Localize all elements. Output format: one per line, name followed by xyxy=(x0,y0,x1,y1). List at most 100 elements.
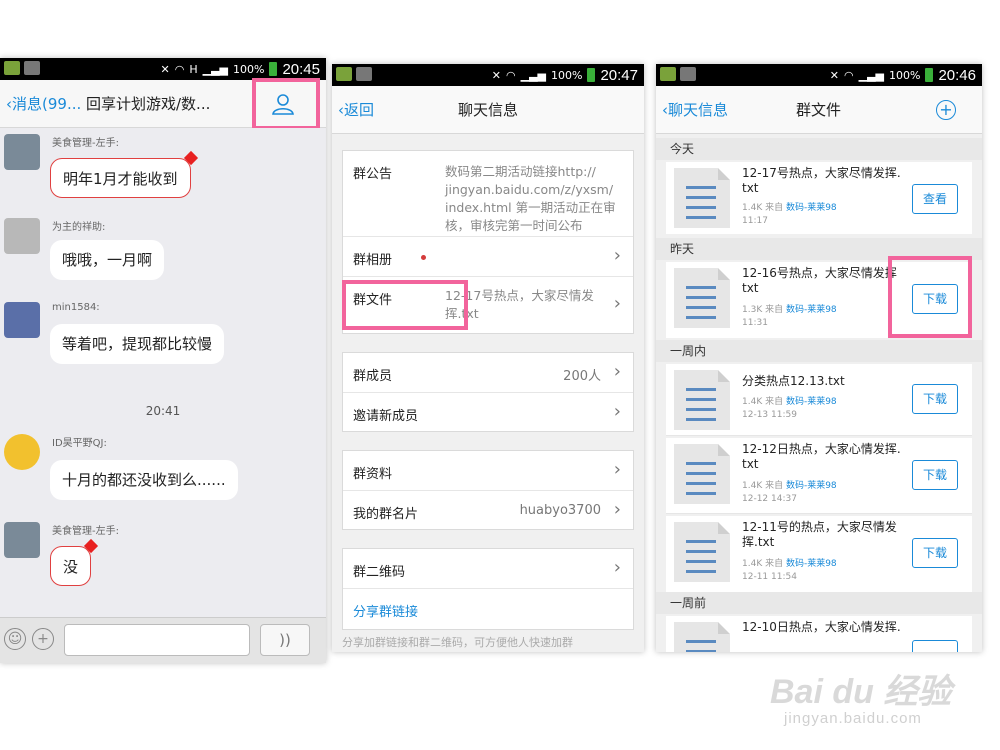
message-bubble[interactable]: 等着吧，提现都比较慢 xyxy=(50,324,225,364)
message-bubble[interactable]: 十月的都还没收到么...... xyxy=(50,460,238,500)
group-profile-row[interactable]: 群资料 › xyxy=(343,451,633,491)
download-button[interactable]: 下载 xyxy=(912,384,958,414)
battery-percent: 100% xyxy=(551,68,583,82)
message-sender: min1584: xyxy=(52,302,100,313)
info-navbar: ‹返回 聊天信息 xyxy=(332,86,644,134)
members-card: 群成员 200人 › 邀请新成员 › xyxy=(342,352,634,432)
file-item[interactable]: 12-10日热点，大家心情发挥. xyxy=(666,616,972,652)
message-bubble[interactable]: 明年1月才能收到 xyxy=(50,150,198,198)
message-bubble[interactable]: 没 xyxy=(50,538,99,586)
watermark-url: jingyan.baidu.com xyxy=(784,710,922,727)
image-notification-icon xyxy=(356,67,372,81)
qq-penguin-avatar[interactable] xyxy=(4,434,40,470)
page-title: 群文件 xyxy=(796,101,842,119)
status-time: 20:47 xyxy=(600,66,638,84)
file-meta: 1.4K 来自 数码-莱莱98 xyxy=(742,397,837,407)
back-button[interactable]: ‹返回 xyxy=(338,86,374,134)
file-item[interactable]: 分类热点12.13.txt 1.4K 来自 数码-莱莱98 12-13 11:5… xyxy=(666,364,972,436)
voice-button[interactable]: )) xyxy=(260,624,310,656)
wifi-icon: ◠ xyxy=(174,62,185,76)
file-meta: 1.3K 来自 数码-莱莱98 xyxy=(742,305,837,315)
group-notice-row[interactable]: 群公告 数码第二期活动链接http:// jingyan.baidu.com/z… xyxy=(343,151,633,237)
file-date: 12-11 11:54 xyxy=(742,572,797,582)
chevron-right-icon: › xyxy=(613,401,621,422)
invite-members-row[interactable]: 邀请新成员 › xyxy=(343,393,633,433)
battery-icon xyxy=(269,62,278,76)
file-item[interactable]: 12-17号热点，大家尽情发挥. txt 1.4K 来自 数码-莱莱98 11:… xyxy=(666,162,972,234)
avatar[interactable] xyxy=(4,134,40,170)
highlight-members-button xyxy=(252,78,320,130)
battery-icon xyxy=(925,68,934,82)
download-button[interactable] xyxy=(912,640,958,652)
status-bar: ✕ ◠ ▁▃▅ 100% 20:47 xyxy=(332,64,644,86)
download-button[interactable]: 下载 xyxy=(912,460,958,490)
txt-file-icon xyxy=(674,622,730,652)
plus-icon: + xyxy=(939,100,953,119)
battery-percent: 100% xyxy=(233,62,265,76)
battery-icon xyxy=(587,68,596,82)
view-button[interactable]: 查看 xyxy=(912,184,958,214)
txt-file-icon xyxy=(674,268,730,328)
status-bar: ✕ ◠ H ▁▃▅ 100% 20:45 xyxy=(0,58,326,80)
group-notice-text: 数码第二期活动链接http:// jingyan.baidu.com/z/yxs… xyxy=(445,164,616,233)
txt-file-icon xyxy=(674,168,730,228)
emoji-button[interactable]: ☺ xyxy=(4,628,26,650)
plus-button[interactable]: + xyxy=(32,628,54,650)
file-item[interactable]: 12-11号的热点，大家尽情发 挥.txt 1.4K 来自 数码-莱莱98 12… xyxy=(666,516,972,592)
file-date: 11:17 xyxy=(742,216,768,226)
file-item[interactable]: 12-12日热点，大家心情发挥. txt 1.4K 来自 数码-莱莱98 12-… xyxy=(666,438,972,514)
group-qrcode-row[interactable]: 群二维码 › xyxy=(343,549,633,589)
message-sender: 为主的祥助: xyxy=(52,222,106,233)
new-dot-badge xyxy=(421,255,426,260)
mute-icon: ✕ xyxy=(829,68,839,82)
my-group-card-row[interactable]: 我的群名片 huabyo3700 › xyxy=(343,491,633,531)
network-type: H xyxy=(189,62,198,76)
message-input[interactable] xyxy=(64,624,250,656)
back-to-chat-info-button[interactable]: ‹聊天信息 xyxy=(662,86,728,134)
share-group-link-row[interactable]: 分享群链接 xyxy=(343,589,633,631)
section-today: 今天 xyxy=(656,138,982,160)
txt-file-icon xyxy=(674,522,730,582)
qq-notification-icon xyxy=(336,67,352,81)
back-to-messages-button[interactable]: ‹消息(99... xyxy=(6,80,81,128)
file-name: 分类热点12.13.txt xyxy=(742,374,845,388)
time-divider: 20:41 xyxy=(145,404,181,418)
file-name: 12-17号热点，大家尽情发挥. txt xyxy=(742,166,901,195)
status-bar: ✕ ◠ ▁▃▅ 100% 20:46 xyxy=(656,64,982,86)
share-description: 分享加群链接和群二维码，可方便他人快速加群 xyxy=(342,636,573,649)
group-members-row[interactable]: 群成员 200人 › xyxy=(343,353,633,393)
message-bubble[interactable]: 哦哦，一月啊 xyxy=(50,240,165,280)
avatar[interactable] xyxy=(4,218,40,254)
qq-notification-icon xyxy=(4,61,20,75)
avatar[interactable] xyxy=(4,522,40,558)
file-name: 12-12日热点，大家心情发挥. txt xyxy=(742,442,901,471)
wifi-icon: ◠ xyxy=(506,68,516,82)
txt-file-icon xyxy=(674,370,730,430)
share-card: 群二维码 › 分享群链接 xyxy=(342,548,634,630)
file-date: 12-13 11:59 xyxy=(742,410,797,420)
baidu-jingyan-watermark: Bai du 经验 xyxy=(770,673,952,711)
message-sender: 美食管理-左手: xyxy=(52,526,119,537)
signal-icon: ▁▃▅ xyxy=(858,68,884,82)
mute-icon: ✕ xyxy=(491,68,501,82)
file-name: 12-16号热点，大家尽情发挥 txt xyxy=(742,266,897,295)
chevron-right-icon: › xyxy=(613,245,621,266)
chevron-right-icon: › xyxy=(613,293,621,314)
file-name: 12-11号的热点，大家尽情发 挥.txt xyxy=(742,520,897,549)
chat-screen: ✕ ◠ H ▁▃▅ 100% 20:45 ‹消息(99... 回享计划游戏/数.… xyxy=(0,58,326,663)
chevron-right-icon: › xyxy=(613,499,621,520)
chat-messages: 美食管理-左手: 明年1月才能收到 为主的祥助: 哦哦，一月啊 min1584:… xyxy=(0,128,326,617)
section-earlier: 一周前 xyxy=(656,592,982,614)
group-files-screen: ✕ ◠ ▁▃▅ 100% 20:46 ‹聊天信息 群文件 + 今天 12-17号… xyxy=(656,64,982,652)
avatar[interactable] xyxy=(4,302,40,338)
battery-percent: 100% xyxy=(889,68,921,82)
download-button[interactable]: 下载 xyxy=(912,538,958,568)
status-time: 20:45 xyxy=(282,60,320,78)
chevron-right-icon: › xyxy=(613,361,621,382)
upload-file-button[interactable]: + xyxy=(936,100,956,120)
chevron-right-icon: › xyxy=(613,459,621,480)
qq-notification-icon xyxy=(660,67,676,81)
signal-icon: ▁▃▅ xyxy=(520,68,546,82)
group-album-row[interactable]: 群相册 › xyxy=(343,237,633,277)
highlight-files-row xyxy=(342,280,468,330)
